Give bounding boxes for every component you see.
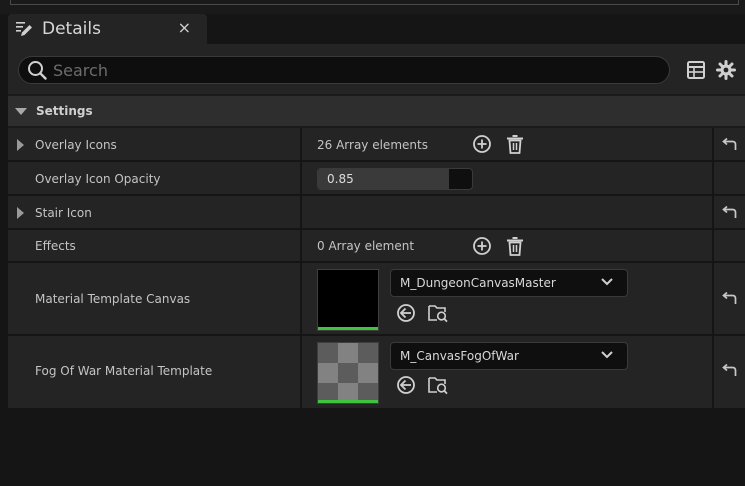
folder-search-icon[interactable] xyxy=(428,375,448,395)
column-divider[interactable] xyxy=(300,128,302,160)
search-row xyxy=(8,44,745,94)
chevron-down-icon xyxy=(601,278,613,286)
property-name: Material Template Canvas xyxy=(35,292,191,306)
property-row-stair-icon: Stair Icon xyxy=(8,196,745,230)
empty-panel-area xyxy=(8,408,745,486)
property-name: Overlay Icons xyxy=(35,138,117,152)
close-icon[interactable]: × xyxy=(178,18,191,37)
property-name: Effects xyxy=(35,239,76,253)
asset-thumbnail[interactable] xyxy=(317,342,379,404)
search-icon xyxy=(28,61,47,80)
asset-name: M_CanvasFogOfWar xyxy=(400,349,519,363)
opacity-slider-field[interactable]: 0.85 xyxy=(317,168,473,190)
reset-arrow-icon[interactable] xyxy=(721,138,737,152)
column-divider xyxy=(712,162,714,194)
property-name: Overlay Icon Opacity xyxy=(35,172,161,186)
property-row-material-template-canvas: Material Template Canvas M_DungeonCanvas… xyxy=(8,263,745,336)
trash-icon[interactable] xyxy=(505,236,525,256)
expand-arrow-icon[interactable] xyxy=(17,207,24,219)
trash-icon[interactable] xyxy=(505,134,525,154)
column-divider xyxy=(712,128,714,160)
opacity-value: 0.85 xyxy=(327,172,354,186)
column-divider xyxy=(712,336,714,408)
column-divider xyxy=(712,263,714,334)
arrow-left-circle-icon[interactable] xyxy=(396,375,416,395)
reset-arrow-icon[interactable] xyxy=(721,292,737,306)
gear-icon[interactable] xyxy=(716,60,736,80)
collapse-caret-icon xyxy=(15,107,27,115)
asset-picker-combo[interactable]: M_CanvasFogOfWar xyxy=(390,342,628,370)
property-row-overlay-icon-opacity: Overlay Icon Opacity 0.85 xyxy=(8,162,745,196)
asset-thumbnail[interactable] xyxy=(317,269,379,331)
section-title: Settings xyxy=(36,104,93,118)
folder-search-icon[interactable] xyxy=(428,303,448,323)
plus-circle-icon[interactable] xyxy=(472,236,492,256)
asset-picker-combo[interactable]: M_DungeonCanvasMaster xyxy=(390,269,628,297)
pencil-icon xyxy=(16,22,32,36)
expand-arrow-icon[interactable] xyxy=(17,139,24,151)
tab-bar: Details × xyxy=(0,14,745,44)
plus-circle-icon[interactable] xyxy=(472,134,492,154)
thumbnail-underline xyxy=(318,327,378,330)
column-divider[interactable] xyxy=(300,162,302,194)
section-settings[interactable]: Settings xyxy=(8,96,745,126)
column-divider[interactable] xyxy=(300,336,302,408)
property-row-fog-of-war-material-template: Fog Of War Material Template M_CanvasFog… xyxy=(8,336,745,408)
property-row-effects: Effects 0 Array element xyxy=(8,230,745,263)
details-panel: Settings Overlay Icons 26 Array elements… xyxy=(8,44,745,486)
upper-panel-frame xyxy=(10,0,739,5)
property-name: Stair Icon xyxy=(35,206,92,220)
search-box xyxy=(18,56,670,84)
asset-name: M_DungeonCanvasMaster xyxy=(400,276,556,290)
property-name: Fog Of War Material Template xyxy=(35,364,213,378)
chevron-down-icon xyxy=(601,351,613,359)
column-divider xyxy=(712,230,714,261)
arrow-left-circle-icon[interactable] xyxy=(396,303,416,323)
tab-details[interactable]: Details × xyxy=(8,14,207,44)
search-input[interactable] xyxy=(53,60,633,80)
column-divider xyxy=(712,196,714,228)
array-count: 0 Array element xyxy=(317,239,415,253)
column-divider[interactable] xyxy=(300,196,302,228)
reset-arrow-icon[interactable] xyxy=(721,364,737,378)
column-divider[interactable] xyxy=(300,263,302,334)
array-count: 26 Array elements xyxy=(317,138,428,152)
property-row-overlay-icons: Overlay Icons 26 Array elements xyxy=(8,128,745,162)
reset-arrow-icon[interactable] xyxy=(721,206,737,220)
top-strip xyxy=(0,0,745,14)
column-divider[interactable] xyxy=(300,230,302,261)
thumbnail-underline xyxy=(318,400,378,403)
table-icon[interactable] xyxy=(687,61,705,79)
tab-title: Details xyxy=(42,19,101,39)
